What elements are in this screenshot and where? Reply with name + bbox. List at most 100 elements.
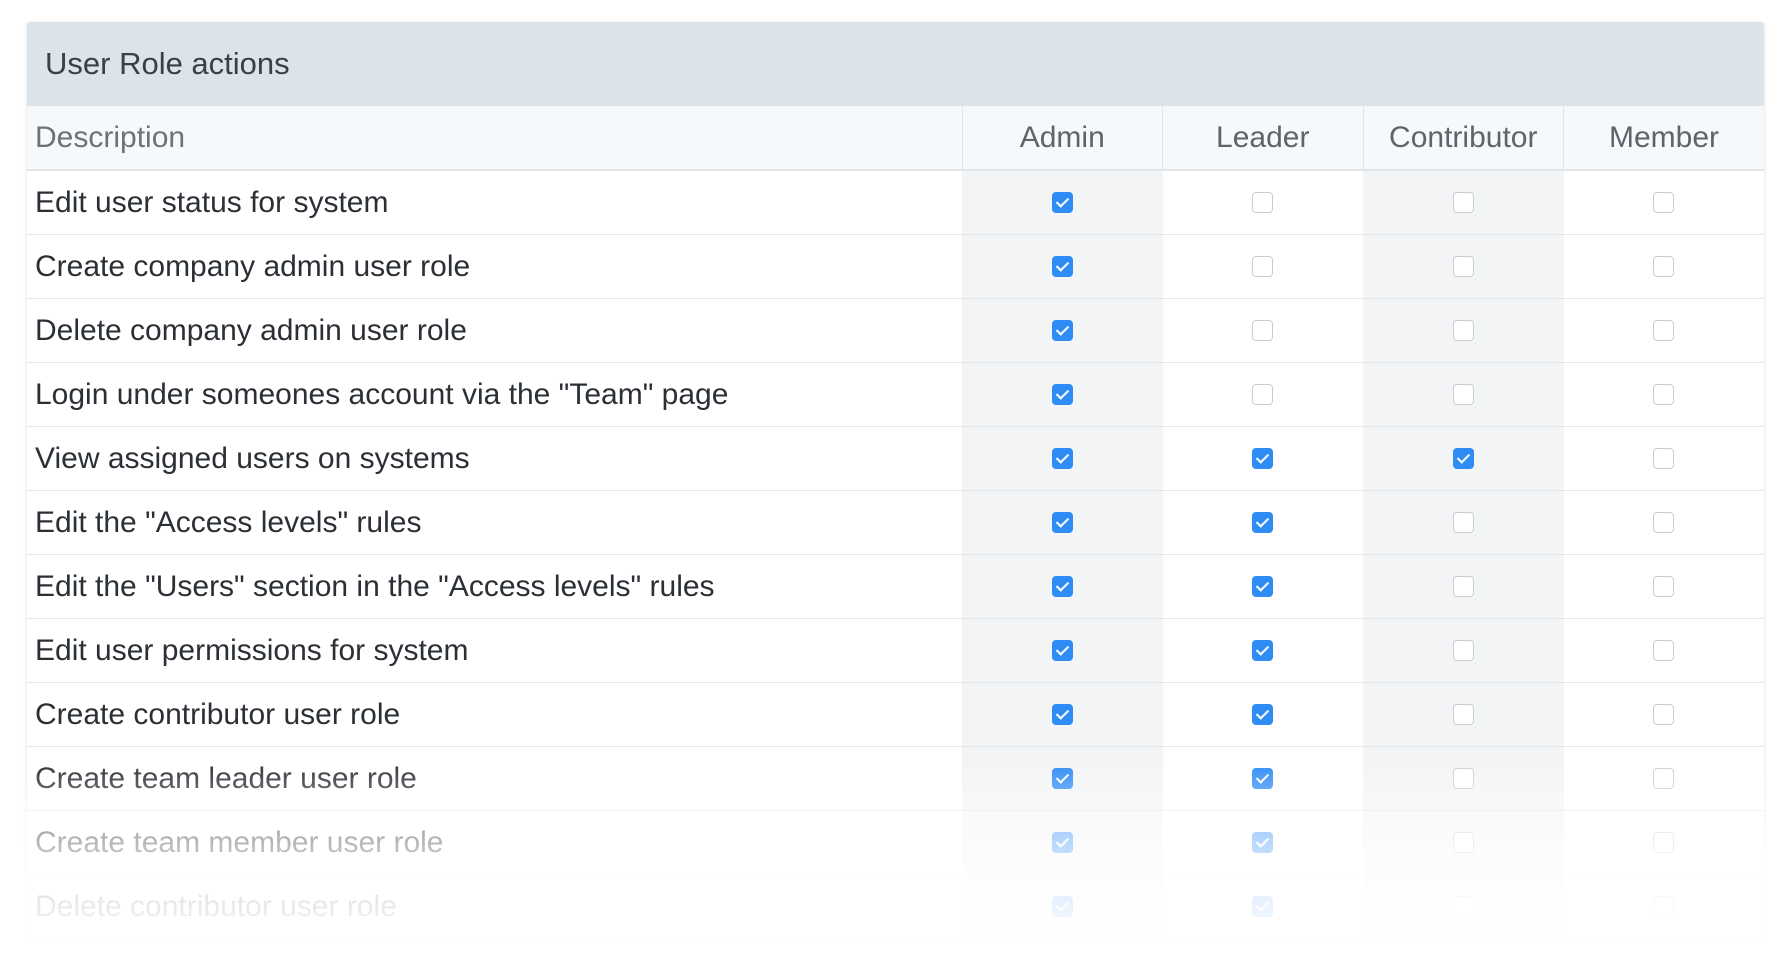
cell-contributor: [1363, 810, 1564, 875]
permission-description: Create team member user role: [27, 810, 962, 875]
cell-admin: [962, 234, 1163, 299]
cell-admin: [962, 746, 1163, 811]
table-row: Create team leader user role: [27, 746, 1764, 811]
leader-permission-checkbox[interactable]: [1252, 192, 1274, 213]
leader-permission-checkbox[interactable]: [1252, 576, 1274, 597]
cell-admin: [962, 682, 1163, 747]
table-header-row: Description Admin Leader Contributor Mem…: [27, 106, 1764, 171]
member-permission-checkbox[interactable]: [1653, 704, 1675, 725]
contributor-permission-checkbox[interactable]: [1452, 640, 1474, 661]
cell-admin: [962, 298, 1163, 363]
leader-permission-checkbox[interactable]: [1252, 832, 1274, 853]
leader-permission-checkbox[interactable]: [1252, 256, 1274, 277]
admin-permission-checkbox[interactable]: [1051, 832, 1073, 853]
cell-admin: [962, 362, 1163, 427]
admin-permission-checkbox[interactable]: [1051, 192, 1073, 213]
admin-permission-checkbox[interactable]: [1051, 512, 1073, 533]
table-row: View assigned users on systems: [27, 426, 1764, 491]
admin-permission-checkbox[interactable]: [1051, 320, 1073, 341]
cell-contributor: [1363, 554, 1564, 619]
member-permission-checkbox[interactable]: [1653, 448, 1675, 469]
cell-leader: [1162, 810, 1363, 875]
cell-admin: [962, 426, 1163, 491]
leader-permission-checkbox[interactable]: [1252, 640, 1274, 661]
member-permission-checkbox[interactable]: [1653, 832, 1675, 853]
admin-permission-checkbox[interactable]: [1051, 640, 1073, 661]
cell-contributor: [1363, 490, 1564, 555]
table-body: Edit user status for system Create compan…: [27, 170, 1764, 939]
permission-description: Edit user permissions for system: [27, 618, 962, 683]
cell-admin: [962, 170, 1163, 235]
cell-leader: [1162, 554, 1363, 619]
cell-contributor: [1363, 682, 1564, 747]
cell-member: [1563, 746, 1764, 811]
cell-admin: [962, 874, 1163, 939]
cell-admin: [962, 618, 1163, 683]
admin-permission-checkbox[interactable]: [1051, 896, 1073, 917]
leader-permission-checkbox[interactable]: [1252, 768, 1274, 789]
contributor-permission-checkbox[interactable]: [1452, 384, 1474, 405]
panel-title: User Role actions: [45, 46, 290, 81]
contributor-permission-checkbox[interactable]: [1452, 832, 1474, 853]
member-permission-checkbox[interactable]: [1653, 640, 1675, 661]
cell-leader: [1162, 682, 1363, 747]
admin-permission-checkbox[interactable]: [1051, 768, 1073, 789]
table-row: Edit the "Users" section in the "Access …: [27, 554, 1764, 619]
member-permission-checkbox[interactable]: [1653, 384, 1675, 405]
admin-permission-checkbox[interactable]: [1051, 256, 1073, 277]
table-row: Edit user permissions for system: [27, 618, 1764, 683]
leader-permission-checkbox[interactable]: [1252, 448, 1274, 469]
cell-contributor: [1363, 618, 1564, 683]
permission-description: Create team leader user role: [27, 746, 962, 811]
cell-member: [1563, 362, 1764, 427]
column-header-member: Member: [1563, 106, 1764, 171]
contributor-permission-checkbox[interactable]: [1452, 320, 1474, 341]
contributor-permission-checkbox[interactable]: [1452, 256, 1474, 277]
leader-permission-checkbox[interactable]: [1252, 320, 1274, 341]
table-row: Edit user status for system: [27, 170, 1764, 235]
column-header-contributor: Contributor: [1362, 106, 1564, 171]
cell-leader: [1162, 298, 1363, 363]
contributor-permission-checkbox[interactable]: [1452, 512, 1474, 533]
cell-member: [1563, 810, 1764, 875]
admin-permission-checkbox[interactable]: [1051, 384, 1073, 405]
permission-description: View assigned users on systems: [27, 426, 962, 491]
contributor-permission-checkbox[interactable]: [1452, 896, 1474, 917]
leader-permission-checkbox[interactable]: [1252, 704, 1274, 725]
cell-contributor: [1363, 426, 1564, 491]
table-row: Delete contributor user role: [27, 874, 1764, 939]
leader-permission-checkbox[interactable]: [1252, 384, 1274, 405]
member-permission-checkbox[interactable]: [1653, 256, 1675, 277]
column-header-description: Description: [27, 106, 962, 171]
leader-permission-checkbox[interactable]: [1252, 512, 1274, 533]
table-row: Create company admin user role: [27, 234, 1764, 299]
role-permissions-table: Description Admin Leader Contributor Mem…: [27, 106, 1764, 939]
leader-permission-checkbox[interactable]: [1252, 896, 1274, 917]
table-row: Create contributor user role: [27, 682, 1764, 747]
cell-leader: [1162, 874, 1363, 939]
cell-leader: [1162, 362, 1363, 427]
member-permission-checkbox[interactable]: [1653, 320, 1675, 341]
admin-permission-checkbox[interactable]: [1051, 576, 1073, 597]
member-permission-checkbox[interactable]: [1653, 896, 1675, 917]
panel-header: User Role actions: [27, 22, 1764, 106]
cell-member: [1563, 554, 1764, 619]
cell-contributor: [1363, 362, 1564, 427]
admin-permission-checkbox[interactable]: [1051, 448, 1073, 469]
cell-admin: [962, 810, 1163, 875]
cell-leader: [1162, 746, 1363, 811]
admin-permission-checkbox[interactable]: [1051, 704, 1073, 725]
contributor-permission-checkbox[interactable]: [1452, 768, 1474, 789]
contributor-permission-checkbox[interactable]: [1452, 704, 1474, 725]
contributor-permission-checkbox[interactable]: [1452, 576, 1474, 597]
cell-member: [1563, 874, 1764, 939]
member-permission-checkbox[interactable]: [1653, 768, 1675, 789]
contributor-permission-checkbox[interactable]: [1452, 448, 1474, 469]
member-permission-checkbox[interactable]: [1653, 512, 1675, 533]
contributor-permission-checkbox[interactable]: [1452, 192, 1474, 213]
member-permission-checkbox[interactable]: [1653, 192, 1675, 213]
permission-description: Create contributor user role: [27, 682, 962, 747]
cell-member: [1563, 170, 1764, 235]
member-permission-checkbox[interactable]: [1653, 576, 1675, 597]
cell-leader: [1162, 234, 1363, 299]
